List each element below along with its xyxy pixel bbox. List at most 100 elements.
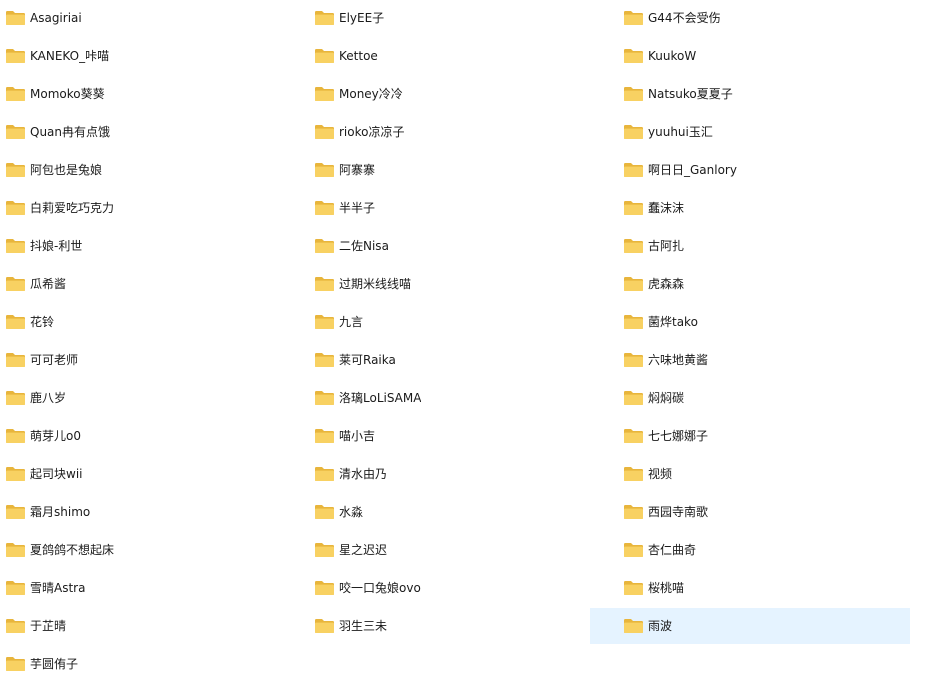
folder-item[interactable]: 杏仁曲奇: [590, 532, 910, 568]
folder-item[interactable]: Quan冉有点饿: [0, 114, 281, 150]
folder-name: 阿寨寨: [339, 163, 376, 177]
folder-item[interactable]: 花铃: [0, 304, 281, 340]
folder-item[interactable]: 莱可Raika: [281, 342, 589, 378]
folder-icon: [5, 314, 26, 330]
folder-name: 莱可Raika: [339, 353, 396, 367]
folder-icon: [623, 200, 644, 216]
folder-item[interactable]: 过期米线线喵: [281, 266, 589, 302]
folder-item[interactable]: Natsuko夏夏子: [590, 76, 910, 112]
folder-name: 雨波: [648, 619, 673, 633]
folder-icon: [623, 276, 644, 292]
folder-item[interactable]: Momoko葵葵: [0, 76, 281, 112]
folder-icon: [623, 124, 644, 140]
folder-icon: [5, 618, 26, 634]
folder-icon: [314, 542, 335, 558]
folder-item[interactable]: 于芷晴: [0, 608, 281, 644]
folder-list-view: Asagiriai KANEKO_咔喵 Momoko葵葵 Quan冉有点饿 阿包也是兔娘…: [0, 0, 938, 687]
folder-item[interactable]: 喵小吉: [281, 418, 589, 454]
folder-icon: [5, 428, 26, 444]
folder-item[interactable]: 啊日日_Ganlory: [590, 152, 910, 188]
folder-item[interactable]: 六味地黄酱: [590, 342, 910, 378]
folder-name: 花铃: [30, 315, 55, 329]
folder-icon: [623, 238, 644, 254]
folder-icon: [623, 314, 644, 330]
folder-name: Natsuko夏夏子: [648, 87, 733, 101]
folder-item[interactable]: 清水由乃: [281, 456, 589, 492]
folder-icon: [623, 542, 644, 558]
folder-name: 视频: [648, 467, 673, 481]
folder-icon: [623, 390, 644, 406]
folder-name: 七七娜娜子: [648, 429, 709, 443]
folder-item[interactable]: 菌烨tako: [590, 304, 910, 340]
folder-icon: [623, 162, 644, 178]
folder-item[interactable]: 羽生三未: [281, 608, 589, 644]
folder-item[interactable]: 桜桃喵: [590, 570, 910, 606]
folder-item[interactable]: 二佐Nisa: [281, 228, 589, 264]
folder-icon: [5, 200, 26, 216]
folder-item[interactable]: 鹿八岁: [0, 380, 281, 416]
folder-item[interactable]: 视频: [590, 456, 910, 492]
folder-name: ElyEE子: [339, 11, 385, 25]
folder-item[interactable]: 西园寺南歌: [590, 494, 910, 530]
folder-icon: [314, 390, 335, 406]
folder-item[interactable]: yuuhui玉汇: [590, 114, 910, 150]
folder-item[interactable]: 星之迟迟: [281, 532, 589, 568]
folder-item[interactable]: 雪晴Astra: [0, 570, 281, 606]
folder-item[interactable]: KuukoW: [590, 38, 910, 74]
folder-item[interactable]: 萌芽儿o0: [0, 418, 281, 454]
folder-item[interactable]: Money冷冷: [281, 76, 589, 112]
folder-name: 于芷晴: [30, 619, 67, 633]
folder-item[interactable]: 水淼: [281, 494, 589, 530]
folder-item-selected[interactable]: 雨波: [590, 608, 910, 644]
folder-item[interactable]: Kettoe: [281, 38, 589, 74]
folder-name: 清水由乃: [339, 467, 388, 481]
folder-icon: [314, 10, 335, 26]
folder-item[interactable]: KANEKO_咔喵: [0, 38, 281, 74]
folder-item[interactable]: 阿包也是兔娘: [0, 152, 281, 188]
folder-name: 鹿八岁: [30, 391, 67, 405]
folder-item[interactable]: 虎森森: [590, 266, 910, 302]
folder-item[interactable]: 芋圆侑子: [0, 646, 281, 682]
folder-item[interactable]: rioko凉凉子: [281, 114, 589, 150]
folder-name: 瓜希酱: [30, 277, 67, 291]
folder-item[interactable]: Asagiriai: [0, 0, 281, 36]
folder-item[interactable]: 抖娘-利世: [0, 228, 281, 264]
folder-icon: [314, 162, 335, 178]
folder-name: 虎森森: [648, 277, 685, 291]
folder-item[interactable]: 九言: [281, 304, 589, 340]
folder-icon: [314, 200, 335, 216]
folder-icon: [5, 390, 26, 406]
folder-item[interactable]: 焖焖碳: [590, 380, 910, 416]
folder-icon: [623, 466, 644, 482]
folder-item[interactable]: 白莉爱吃巧克力: [0, 190, 281, 226]
folder-icon: [314, 238, 335, 254]
folder-icon: [623, 10, 644, 26]
folder-item[interactable]: G44不会受伤: [590, 0, 910, 36]
folder-item[interactable]: 瓜希酱: [0, 266, 281, 302]
folder-icon: [5, 466, 26, 482]
folder-icon: [5, 504, 26, 520]
folder-item[interactable]: 可可老师: [0, 342, 281, 378]
folder-name: 起司块wii: [30, 467, 83, 481]
folder-name: 二佐Nisa: [339, 239, 389, 253]
folder-item[interactable]: ElyEE子: [281, 0, 589, 36]
folder-item[interactable]: 半半子: [281, 190, 589, 226]
folder-item[interactable]: 蠢沫沫: [590, 190, 910, 226]
folder-item[interactable]: 咬一口兔娘ovo: [281, 570, 589, 606]
folder-name: 六味地黄酱: [648, 353, 709, 367]
folder-icon: [314, 86, 335, 102]
folder-item[interactable]: 起司块wii: [0, 456, 281, 492]
folder-item[interactable]: 夏鸽鸽不想起床: [0, 532, 281, 568]
folder-item[interactable]: 古阿扎: [590, 228, 910, 264]
folder-icon: [5, 10, 26, 26]
folder-item[interactable]: 霜月shimo: [0, 494, 281, 530]
folder-icon: [314, 314, 335, 330]
folder-item[interactable]: 七七娜娜子: [590, 418, 910, 454]
folder-name: 半半子: [339, 201, 376, 215]
folder-name: 水淼: [339, 505, 364, 519]
folder-name: Money冷冷: [339, 87, 403, 101]
folder-name: 霜月shimo: [30, 505, 91, 519]
folder-item[interactable]: 阿寨寨: [281, 152, 589, 188]
folder-item[interactable]: 洛璃LoLiSAMA: [281, 380, 589, 416]
folder-name: 抖娘-利世: [30, 239, 83, 253]
